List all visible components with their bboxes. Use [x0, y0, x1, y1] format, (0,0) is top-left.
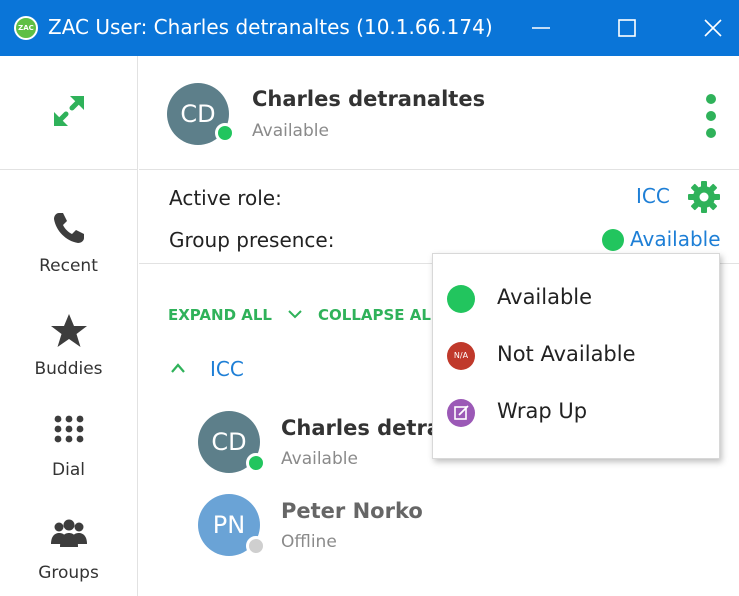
window-title: ZAC User: Charles detranaltes (10.1.66.1…	[48, 15, 493, 39]
expand-all-button[interactable]: EXPAND ALL	[168, 306, 272, 324]
sidebar-item-label: Recent	[39, 256, 98, 276]
sidebar: Recent Buddies Dial Groups	[0, 56, 138, 596]
status-dot-icon	[246, 536, 266, 556]
user-header: CD Charles detranaltes Available	[139, 56, 739, 170]
available-dot-icon	[447, 285, 475, 313]
title-bar: ZAC ZAC User: Charles detranaltes (10.1.…	[0, 0, 739, 56]
status-dot-icon	[215, 123, 235, 143]
menu-item-label: Wrap Up	[497, 399, 588, 423]
menu-item-available[interactable]: Available	[433, 271, 719, 327]
sidebar-item-buddies[interactable]: Buddies	[0, 312, 137, 392]
star-icon	[51, 314, 87, 347]
user-status: Available	[252, 121, 329, 141]
sidebar-header	[0, 56, 137, 170]
not-available-icon: N/A	[447, 342, 475, 370]
active-role-label: Active role:	[169, 186, 282, 210]
phone-icon	[54, 213, 84, 243]
kebab-menu-icon[interactable]	[706, 94, 716, 138]
sidebar-item-dial[interactable]: Dial	[0, 413, 137, 493]
close-icon	[704, 19, 722, 37]
status-dot-icon	[246, 453, 266, 473]
expand-arrows-icon[interactable]	[50, 92, 88, 130]
app-logo-icon: ZAC	[14, 16, 38, 40]
minimize-icon	[532, 27, 550, 29]
groups-icon	[51, 519, 87, 547]
maximize-button[interactable]	[604, 0, 650, 56]
group-name[interactable]: ICC	[210, 357, 244, 381]
menu-item-not-available[interactable]: N/A Not Available	[433, 328, 719, 384]
sidebar-item-label: Groups	[38, 563, 99, 583]
sidebar-item-groups[interactable]: Groups	[0, 516, 137, 596]
chevron-down-icon	[288, 310, 302, 319]
maximize-icon	[618, 19, 636, 37]
sidebar-item-label: Buddies	[34, 359, 103, 379]
dialpad-icon	[54, 415, 84, 443]
user-name: Charles detranaltes	[252, 87, 486, 111]
group-presence-dropdown[interactable]: Available	[630, 227, 721, 251]
close-button[interactable]	[690, 0, 736, 56]
wrap-up-icon	[447, 399, 475, 427]
sidebar-item-recent[interactable]: Recent	[0, 209, 137, 289]
active-role-value[interactable]: ICC	[636, 184, 670, 208]
buddy-name[interactable]: Peter Norko	[281, 499, 423, 523]
gear-icon[interactable]	[687, 180, 721, 214]
presence-menu: Available N/A Not Available Wrap Up	[432, 253, 720, 459]
available-dot-icon	[602, 229, 624, 251]
minimize-button[interactable]	[518, 0, 564, 56]
menu-item-label: Not Available	[497, 342, 636, 366]
menu-item-wrap-up[interactable]: Wrap Up	[433, 385, 719, 441]
buddy-status: Offline	[281, 532, 337, 552]
menu-item-label: Available	[497, 285, 593, 309]
group-presence-label: Group presence:	[169, 228, 335, 252]
buddy-status: Available	[281, 449, 358, 469]
buddy-name[interactable]: Charles detra	[281, 416, 441, 440]
collapse-all-button[interactable]: COLLAPSE AL	[318, 306, 431, 324]
sidebar-item-label: Dial	[52, 460, 85, 480]
chevron-up-icon[interactable]	[170, 362, 186, 374]
